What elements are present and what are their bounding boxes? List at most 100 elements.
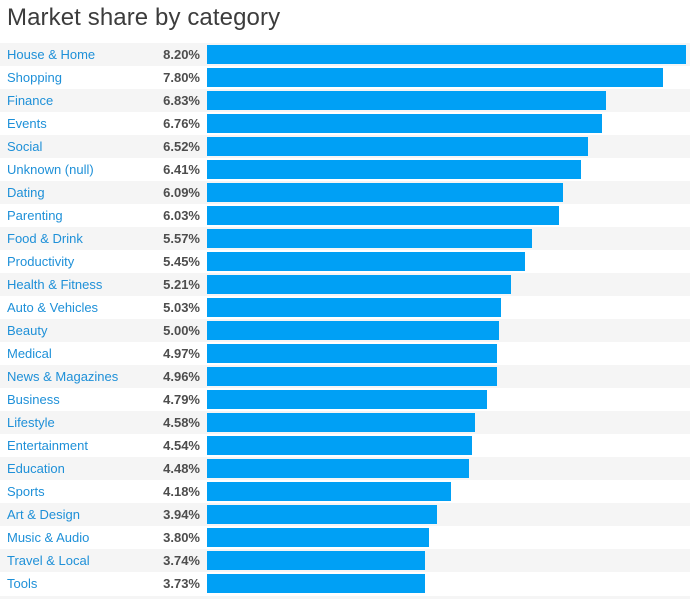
bar-chart-row[interactable]: Travel & Local 3.74% — [0, 549, 696, 572]
bar[interactable] — [207, 252, 526, 271]
bar-track — [207, 158, 690, 181]
bar[interactable] — [207, 160, 582, 179]
bar-chart-row[interactable]: Sports 4.18% — [0, 480, 696, 503]
bar-chart-row[interactable]: Tools 3.73% — [0, 572, 696, 595]
bar-chart-row[interactable]: Art & Design 3.94% — [0, 503, 696, 526]
category-label[interactable]: Dating — [7, 181, 45, 204]
category-label[interactable]: Education — [7, 457, 65, 480]
value-label: 6.52% — [163, 139, 200, 154]
bar[interactable] — [207, 505, 438, 524]
value-label: 6.03% — [163, 208, 200, 223]
bar-chart-row[interactable]: Food & Drink 5.57% — [0, 227, 696, 250]
value-label: 5.03% — [163, 300, 200, 315]
value-label: 3.80% — [163, 530, 200, 545]
bar-track — [207, 388, 690, 411]
bar-chart-row[interactable]: House & Home 8.20% — [0, 43, 696, 66]
category-label[interactable]: Parenting — [7, 204, 63, 227]
bar[interactable] — [207, 528, 429, 547]
value-label: 6.41% — [163, 162, 200, 177]
bar[interactable] — [207, 574, 425, 593]
bar[interactable] — [207, 390, 487, 409]
bar-track — [207, 89, 690, 112]
bar[interactable] — [207, 206, 560, 225]
bar-track — [207, 250, 690, 273]
category-label[interactable]: Entertainment — [7, 434, 88, 457]
bar-track — [207, 457, 690, 480]
value-label: 6.83% — [163, 93, 200, 108]
value-label: 7.80% — [163, 70, 200, 85]
category-label[interactable]: Lifestyle — [7, 411, 55, 434]
category-label[interactable]: Health & Fitness — [7, 273, 102, 296]
bar[interactable] — [207, 137, 588, 156]
value-label: 5.00% — [163, 323, 200, 338]
value-label: 3.73% — [163, 576, 200, 591]
category-label[interactable]: Shopping — [7, 66, 62, 89]
bar-chart-row[interactable]: Business 4.79% — [0, 388, 696, 411]
bar-track — [207, 296, 690, 319]
value-label: 4.96% — [163, 369, 200, 384]
bar-chart-row[interactable]: Medical 4.97% — [0, 342, 696, 365]
bar[interactable] — [207, 91, 606, 110]
chart-title: Market share by category — [7, 4, 281, 31]
category-label[interactable]: Tools — [7, 572, 37, 595]
category-label[interactable]: Food & Drink — [7, 227, 83, 250]
category-label[interactable]: Productivity — [7, 250, 74, 273]
bar[interactable] — [207, 45, 686, 64]
category-label[interactable]: Finance — [7, 89, 53, 112]
bar[interactable] — [207, 482, 452, 501]
bar[interactable] — [207, 413, 475, 432]
bar-track — [207, 135, 690, 158]
bar-chart-row[interactable]: Music & Audio 3.80% — [0, 526, 696, 549]
bar[interactable] — [207, 183, 563, 202]
bar[interactable] — [207, 459, 469, 478]
bar-track — [207, 572, 690, 595]
bar-chart-row[interactable]: Dating 6.09% — [0, 181, 696, 204]
bar-chart-row[interactable]: Entertainment 4.54% — [0, 434, 696, 457]
bar[interactable] — [207, 229, 533, 248]
category-label[interactable]: Travel & Local — [7, 549, 90, 572]
bar-track — [207, 204, 690, 227]
bar-chart-row[interactable]: News & Magazines 4.96% — [0, 365, 696, 388]
bar[interactable] — [207, 344, 498, 363]
category-label[interactable]: Medical — [7, 342, 52, 365]
bar-chart-row[interactable]: Shopping 7.80% — [0, 66, 696, 89]
bar-chart-row[interactable]: Health & Fitness 5.21% — [0, 273, 696, 296]
bar[interactable] — [207, 367, 497, 386]
category-label[interactable]: Auto & Vehicles — [7, 296, 98, 319]
bar-chart-row[interactable]: Education 4.48% — [0, 457, 696, 480]
category-label[interactable]: House & Home — [7, 43, 95, 66]
bar[interactable] — [207, 436, 473, 455]
bar-chart-row[interactable]: Social 6.52% — [0, 135, 696, 158]
category-label[interactable]: Beauty — [7, 319, 47, 342]
bar-chart-row[interactable]: Productivity 5.45% — [0, 250, 696, 273]
category-label[interactable]: Art & Design — [7, 503, 80, 526]
bar-chart-row[interactable]: Unknown (null) 6.41% — [0, 158, 696, 181]
bar[interactable] — [207, 275, 512, 294]
bar-chart-row[interactable]: Auto & Vehicles 5.03% — [0, 296, 696, 319]
bar-chart-row[interactable]: Lifestyle 4.58% — [0, 411, 696, 434]
bar-track — [207, 319, 690, 342]
bar-chart-row[interactable]: Parenting 6.03% — [0, 204, 696, 227]
value-label: 4.58% — [163, 415, 200, 430]
bar[interactable] — [207, 321, 500, 340]
category-label[interactable]: Events — [7, 112, 47, 135]
bar-track — [207, 480, 690, 503]
bar-chart-row[interactable]: Beauty 5.00% — [0, 319, 696, 342]
value-label: 4.54% — [163, 438, 200, 453]
category-label[interactable]: Business — [7, 388, 60, 411]
bar[interactable] — [207, 551, 426, 570]
market-share-bar-chart: Market share by category House & Home 8.2… — [0, 0, 696, 599]
bar-track — [207, 526, 690, 549]
category-label[interactable]: Unknown (null) — [7, 158, 94, 181]
bar-chart-row[interactable]: Events 6.76% — [0, 112, 696, 135]
category-label[interactable]: News & Magazines — [7, 365, 118, 388]
bar[interactable] — [207, 68, 663, 87]
category-label[interactable]: Social — [7, 135, 42, 158]
bar-chart-row[interactable]: Finance 6.83% — [0, 89, 696, 112]
category-label[interactable]: Sports — [7, 480, 45, 503]
bar[interactable] — [207, 298, 501, 317]
bar[interactable] — [207, 114, 602, 133]
category-label[interactable]: Music & Audio — [7, 526, 89, 549]
bar-track — [207, 112, 690, 135]
bar-track — [207, 181, 690, 204]
